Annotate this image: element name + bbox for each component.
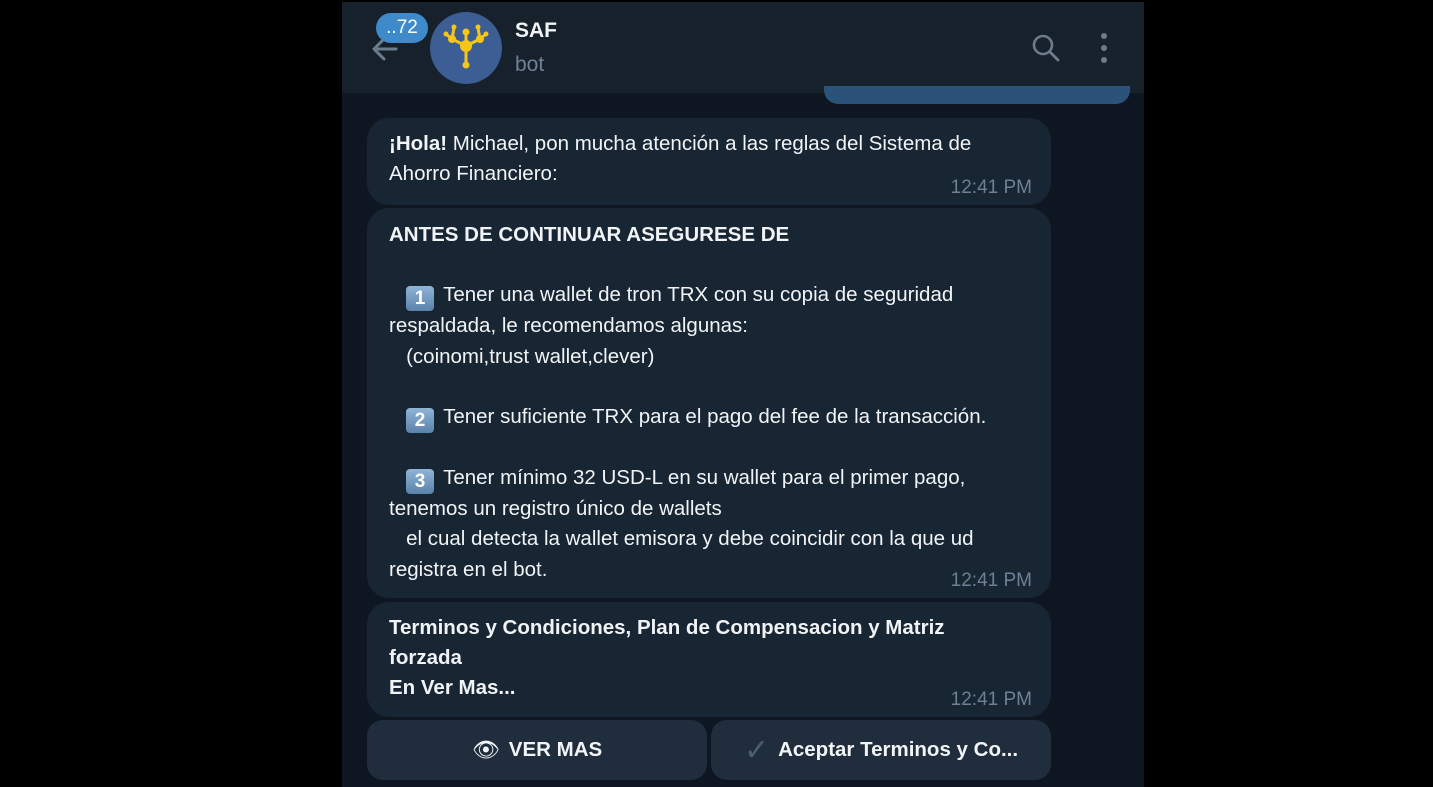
more-options-icon[interactable] [1094,30,1114,66]
message-bubble-terms: Terminos y Condiciones, Plan de Compensa… [367,602,1051,717]
greeting-bold: ¡Hola! [389,132,448,155]
message-timestamp: 12:41 PM [950,689,1032,710]
previous-sent-message [824,86,1130,104]
message-line: registra en el bot. [389,557,548,581]
bot-avatar[interactable] [430,12,502,84]
message-bubble-greeting: ¡Hola! Michael, pon mucha atención a las… [367,118,1051,205]
message-timestamp: 12:41 PM [950,177,1032,198]
message-line: respaldada, le recomendamos algunas: [389,314,748,338]
search-icon[interactable] [1030,32,1062,64]
accept-terms-button[interactable]: ✓ Aceptar Terminos y Co... [711,720,1051,780]
message-line: ¡Hola! Michael, pon mucha atención a las… [389,129,1021,159]
accept-terms-label: Aceptar Terminos y Co... [778,738,1019,761]
greeting-text: Michael, pon mucha atención a las reglas… [447,132,972,155]
checkmark-icon: ✓ [743,733,770,767]
requirement-2: 2 Tener suficiente TRX para el pago del f… [389,402,1021,434]
chat-header: ..72 SAF bot [342,2,1144,93]
keycap-1-icon: 1 [406,286,435,312]
message-line: Terminos y Condiciones, Plan de Compensa… [389,616,945,639]
message-line: (coinomi,trust wallet,clever) [389,344,655,368]
message-line: En Ver Mas... [389,676,516,700]
message-bubble-requirements: ANTES DE CONTINUAR ASEGURESE DE 1 Tener u… [367,208,1051,598]
requirements-heading: ANTES DE CONTINUAR ASEGURESE DE [389,223,790,246]
message-line: tenemos un registro único de wallets [389,497,722,521]
chat-title[interactable]: SAF [515,19,557,43]
requirement-3: 3 Tener mínimo 32 USD-L en su wallet para… [389,463,1021,495]
message-line: Ahorro Financiero: [389,162,558,186]
eye-icon: 👁 [471,737,500,762]
network-logo-icon [443,24,489,69]
telegram-window: ..72 SAF bot ¡Hola! Michael, pon mucha a… [342,2,1144,787]
message-timestamp: 12:41 PM [950,570,1032,591]
keycap-3-icon: 3 [406,469,435,495]
message-line: forzada [389,646,462,670]
requirement-1: 1 Tener una wallet de tron TRX con su cop… [389,280,1021,312]
chat-subtitle: bot [515,53,545,76]
keycap-2-icon: 2 [406,408,435,434]
ver-mas-button[interactable]: 👁 VER MAS [367,720,707,780]
unread-badge: ..72 [376,13,428,43]
ver-mas-label: VER MAS [508,738,603,761]
message-line: el cual detecta la wallet emisora y debe… [389,527,974,551]
